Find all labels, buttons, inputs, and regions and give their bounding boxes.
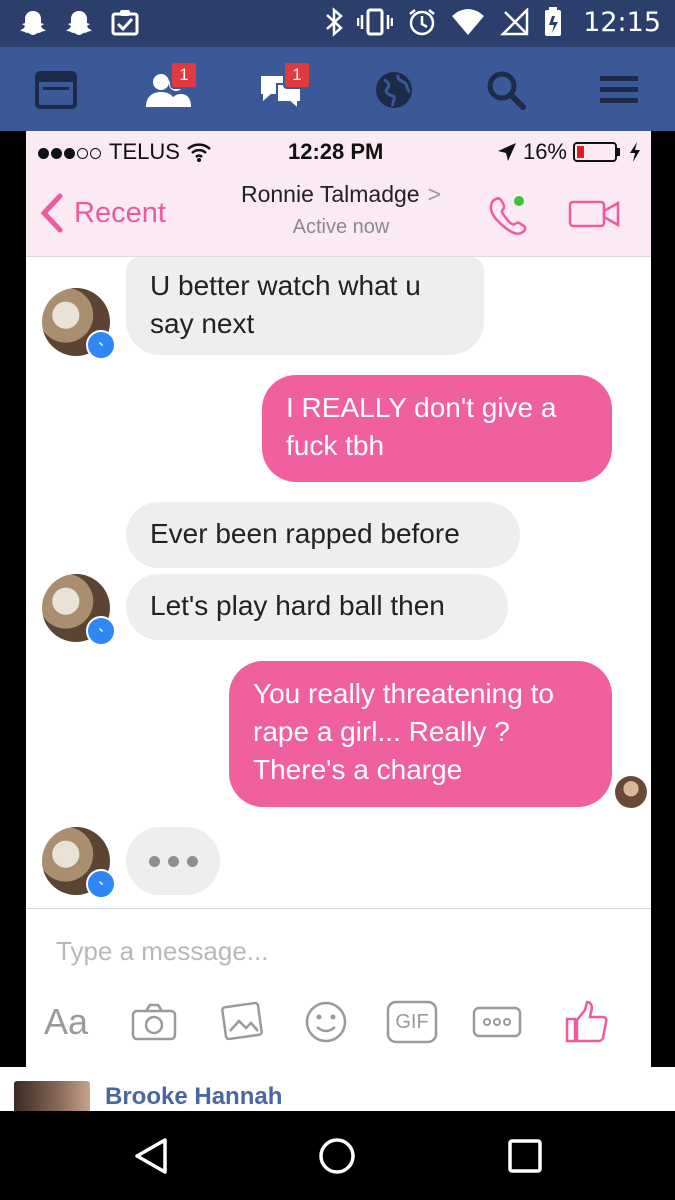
messenger-badge-icon <box>86 616 116 646</box>
composer-toolbar: Aa GIF <box>26 997 651 1057</box>
messenger-badge-icon <box>86 330 116 360</box>
ios-clock: 12:28 PM <box>288 139 384 164</box>
phone-icon <box>489 196 527 235</box>
back-button[interactable]: Recent <box>40 193 166 233</box>
contact-info[interactable]: Ronnie Talmadge > Active now <box>226 181 456 239</box>
gif-label: GIF <box>395 1010 429 1033</box>
battery-low-icon <box>573 142 620 162</box>
signal-dots-icon <box>38 139 103 165</box>
contact-avatar[interactable] <box>42 574 116 646</box>
home-nav-button[interactable] <box>314 1133 360 1179</box>
divider <box>26 908 651 909</box>
message-bubble[interactable]: U better watch what u say next <box>126 257 484 355</box>
news-feed-icon <box>35 71 77 109</box>
more-options-button[interactable] <box>472 997 522 1047</box>
recents-square-icon <box>508 1139 542 1173</box>
sticker-button[interactable] <box>304 997 348 1047</box>
menu-icon <box>600 76 638 103</box>
back-label: Recent <box>74 196 166 229</box>
charging-icon <box>630 142 640 162</box>
contact-avatar[interactable] <box>42 288 116 360</box>
ios-status-bar: TELUS 12:28 PM 16% <box>26 131 651 171</box>
back-nav-button[interactable] <box>128 1133 174 1179</box>
message-bubble[interactable]: Let's play hard ball then <box>126 574 508 640</box>
gallery-button[interactable] <box>218 997 264 1047</box>
no-signal-icon <box>500 8 529 36</box>
like-button[interactable] <box>564 997 610 1047</box>
contact-status: Active now <box>292 216 390 238</box>
smiley-icon <box>305 1001 347 1043</box>
friend-requests-tab[interactable]: 1 <box>144 61 198 113</box>
messenger-badge-icon <box>86 869 116 899</box>
wifi-icon <box>187 143 211 162</box>
facebook-nav-bar: 1 1 <box>0 47 675 131</box>
android-clock: 12:15 <box>583 6 661 38</box>
location-arrow-icon <box>497 143 516 161</box>
news-feed-tab[interactable] <box>32 67 80 113</box>
bluetooth-icon <box>326 7 344 37</box>
search-tab[interactable] <box>482 67 530 113</box>
more-icon <box>472 1006 522 1038</box>
clipboard-check-icon <box>111 10 139 36</box>
video-call-button[interactable] <box>568 199 620 234</box>
notifications-tab[interactable] <box>370 67 418 113</box>
snapchat-icon <box>66 11 92 35</box>
chevron-right-icon: > <box>427 181 442 207</box>
home-circle-icon <box>319 1138 355 1174</box>
conversation-header: Recent Ronnie Talmadge > Active now <box>26 171 651 257</box>
vibrate-icon <box>357 8 394 36</box>
globe-notifications-icon <box>376 72 412 108</box>
text-style-button[interactable]: Aa <box>44 997 88 1047</box>
call-button[interactable] <box>488 193 536 242</box>
gif-button[interactable]: GIF <box>386 997 438 1047</box>
carrier-name: TELUS <box>109 139 180 164</box>
contact-avatar[interactable] <box>42 827 116 899</box>
gallery-icon <box>221 1001 263 1041</box>
message-bubble[interactable]: You really threatening to rape a girl...… <box>229 661 612 807</box>
post-author-name[interactable]: Brooke Hannah <box>105 1083 282 1111</box>
camera-icon <box>131 1003 177 1041</box>
snapchat-icon <box>20 11 46 35</box>
contact-name: Ronnie Talmadge <box>240 181 420 207</box>
android-status-bar: 12:15 <box>0 0 675 47</box>
alarm-icon <box>409 9 435 36</box>
chevron-left-icon <box>40 193 63 233</box>
typing-indicator <box>126 827 220 895</box>
messenger-screenshot: TELUS 12:28 PM 16% Recent Ronnie Talmadg… <box>26 131 651 1067</box>
thumbs-up-icon <box>565 1000 608 1043</box>
video-camera-icon <box>568 200 620 228</box>
camera-button[interactable] <box>130 997 178 1047</box>
android-nav-bar <box>0 1111 675 1200</box>
back-triangle-icon <box>135 1138 167 1174</box>
read-receipt-avatar <box>615 776 647 808</box>
menu-tab[interactable] <box>595 67 643 113</box>
post-author-avatar[interactable] <box>14 1081 90 1111</box>
message-bubble[interactable]: I REALLY don't give a fuck tbh <box>262 375 612 482</box>
message-input[interactable]: Type a message... <box>56 936 268 967</box>
messages-badge: 1 <box>283 61 311 89</box>
search-icon <box>487 71 526 110</box>
messages-tab[interactable]: 1 <box>257 61 311 113</box>
message-bubble[interactable]: Ever been rapped before <box>126 502 520 568</box>
battery-icon <box>545 7 562 36</box>
recents-nav-button[interactable] <box>502 1133 548 1179</box>
wifi-icon <box>452 9 485 35</box>
friend-requests-badge: 1 <box>170 61 198 89</box>
battery-percent: 16% <box>522 139 567 164</box>
post-header: Brooke Hannah <box>0 1067 675 1111</box>
